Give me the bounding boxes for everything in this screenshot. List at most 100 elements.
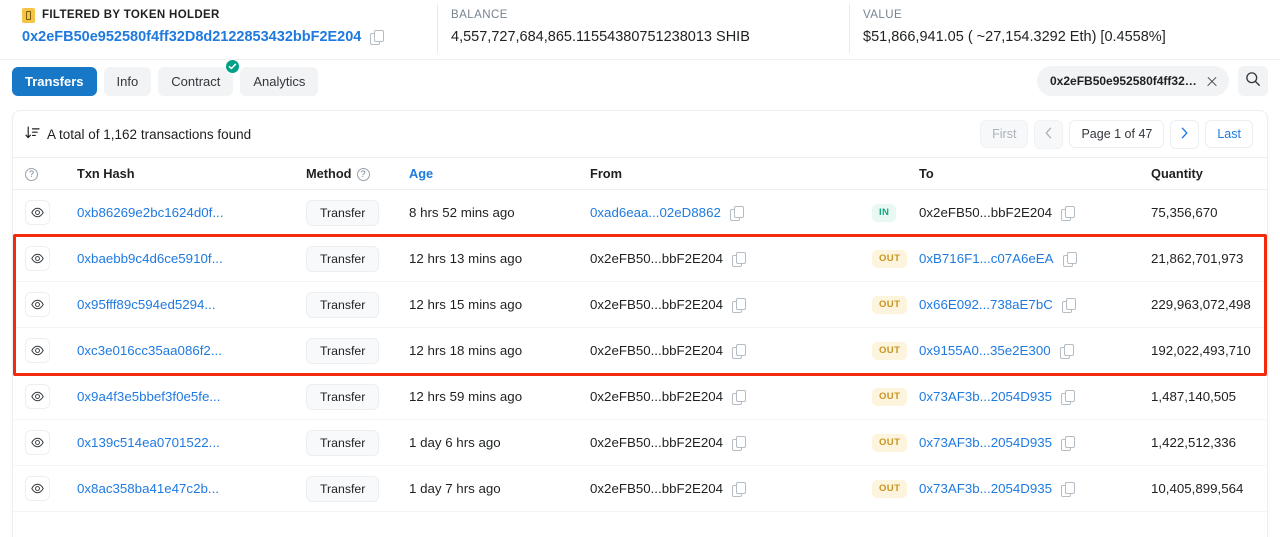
row-preview-cell bbox=[25, 430, 77, 455]
help-circle-icon[interactable]: ? bbox=[25, 168, 38, 182]
to-cell: 0x73AF3b...2054D935 bbox=[919, 435, 1151, 451]
age-cell: 12 hrs 13 mins ago bbox=[409, 251, 523, 266]
column-header-txn-hash: Txn Hash bbox=[77, 166, 135, 181]
eye-icon[interactable] bbox=[25, 246, 50, 271]
copy-icon[interactable] bbox=[1061, 389, 1076, 405]
from-address-text: 0x2eFB50...bbF2E204 bbox=[590, 481, 724, 496]
copy-icon[interactable] bbox=[1061, 205, 1076, 221]
method-chip[interactable]: Transfer bbox=[306, 429, 380, 456]
pagination-prev-button[interactable] bbox=[1034, 119, 1064, 149]
eye-icon[interactable] bbox=[25, 292, 50, 317]
close-icon[interactable] bbox=[1204, 73, 1220, 89]
txn-hash-link[interactable]: 0x95fff89c594ed5294... bbox=[77, 297, 216, 312]
verified-check-icon bbox=[225, 58, 241, 74]
txn-hash-link[interactable]: 0xb86269e2bc1624d0f... bbox=[77, 205, 223, 220]
to-address-link[interactable]: 0x73AF3b...2054D935 bbox=[919, 435, 1052, 450]
method-chip[interactable]: Transfer bbox=[306, 475, 380, 502]
active-filter-pill[interactable]: 0x2eFB50e952580f4ff32D8d2... bbox=[1037, 66, 1229, 96]
to-address-link[interactable]: 0x9155A0...35e2E300 bbox=[919, 343, 1051, 358]
to-address-link[interactable]: 0xB716F1...c07A6eEA bbox=[919, 251, 1054, 266]
pagination: First Page 1 of 47 Last bbox=[980, 119, 1253, 149]
method-help-circle-icon[interactable]: ? bbox=[356, 168, 370, 182]
method-cell: Transfer bbox=[306, 383, 409, 410]
copy-icon[interactable] bbox=[370, 30, 385, 45]
to-cell: 0x2eFB50...bbF2E204 bbox=[919, 205, 1151, 221]
balance-label: BALANCE bbox=[451, 9, 508, 21]
copy-icon[interactable] bbox=[732, 343, 747, 359]
column-header-to: To bbox=[919, 166, 934, 181]
copy-icon[interactable] bbox=[1061, 481, 1076, 497]
from-cell: 0x2eFB50...bbF2E204 bbox=[590, 251, 872, 267]
tab-transfers-label: Transfers bbox=[25, 73, 84, 89]
table-row: 0x9a4f3e5bbef3f0e5fe... Transfer 12 hrs 59… bbox=[13, 374, 1267, 420]
method-chip[interactable]: Transfer bbox=[306, 383, 380, 410]
direction-cell: OUT bbox=[872, 433, 919, 452]
copy-icon[interactable] bbox=[732, 389, 747, 405]
filter-address-link[interactable]: 0x2eFB50e952580f4ff32D8d2122853432bbF2E2… bbox=[22, 25, 361, 49]
table-row: 0xb86269e2bc1624d0f... Transfer 8 hrs 52 m… bbox=[13, 190, 1267, 236]
method-chip[interactable]: Transfer bbox=[306, 291, 380, 318]
eye-icon[interactable] bbox=[25, 338, 50, 363]
eye-icon[interactable] bbox=[25, 384, 50, 409]
from-address-text: 0x2eFB50...bbF2E204 bbox=[590, 435, 724, 450]
method-cell: Transfer bbox=[306, 337, 409, 364]
copy-icon[interactable] bbox=[1062, 251, 1077, 267]
filter-address-row: 0x2eFB50e952580f4ff32D8d2122853432bbF2E2… bbox=[22, 25, 437, 49]
table-header-row: ? Txn Hash Method? Age From To Quantity bbox=[13, 157, 1267, 190]
copy-icon[interactable] bbox=[732, 251, 747, 267]
txn-hash-link[interactable]: 0x139c514ea0701522... bbox=[77, 435, 220, 450]
method-chip[interactable]: Transfer bbox=[306, 337, 380, 364]
filter-label: FILTERED BY TOKEN HOLDER bbox=[42, 9, 220, 21]
eye-icon[interactable] bbox=[25, 476, 50, 501]
token-holder-icon bbox=[22, 7, 35, 23]
direction-badge: OUT bbox=[872, 296, 908, 314]
txn-hash-cell: 0x139c514ea0701522... bbox=[77, 435, 306, 450]
method-chip[interactable]: Transfer bbox=[306, 245, 380, 272]
from-address-link[interactable]: 0xad6eaa...02eD8862 bbox=[590, 205, 721, 220]
from-cell: 0x2eFB50...bbF2E204 bbox=[590, 481, 872, 497]
search-button[interactable] bbox=[1238, 66, 1268, 96]
txn-hash-link[interactable]: 0xc3e016cc35aa086f2... bbox=[77, 343, 222, 358]
pagination-first-button[interactable]: First bbox=[980, 120, 1029, 148]
from-cell: 0x2eFB50...bbF2E204 bbox=[590, 343, 872, 359]
direction-badge: OUT bbox=[872, 388, 908, 406]
txn-hash-link[interactable]: 0xbaebb9c4d6ce5910f... bbox=[77, 251, 223, 266]
tab-info[interactable]: Info bbox=[103, 66, 152, 96]
copy-icon[interactable] bbox=[729, 205, 744, 221]
to-cell: 0xB716F1...c07A6eEA bbox=[919, 251, 1151, 267]
copy-icon[interactable] bbox=[1061, 297, 1076, 313]
tabs-row: Transfers Info Contract Analytics 0x2eFB… bbox=[0, 58, 1280, 102]
to-address-link[interactable]: 0x73AF3b...2054D935 bbox=[919, 481, 1052, 496]
txn-hash-link[interactable]: 0x8ac358ba41e47c2b... bbox=[77, 481, 219, 496]
copy-icon[interactable] bbox=[732, 481, 747, 497]
row-preview-cell bbox=[25, 246, 77, 271]
age-cell: 12 hrs 59 mins ago bbox=[409, 389, 523, 404]
total-transactions-label: A total of 1,162 transactions found bbox=[47, 126, 252, 142]
tab-transfers[interactable]: Transfers bbox=[12, 66, 97, 96]
copy-icon[interactable] bbox=[732, 297, 747, 313]
pagination-next-button[interactable] bbox=[1170, 119, 1200, 149]
direction-badge: OUT bbox=[872, 434, 908, 452]
table-row: 0x95fff89c594ed5294... Transfer 12 hrs 15 … bbox=[13, 282, 1267, 328]
to-address-link[interactable]: 0x66E092...738aE7bC bbox=[919, 297, 1053, 312]
eye-icon[interactable] bbox=[25, 200, 50, 225]
copy-icon[interactable] bbox=[1061, 435, 1076, 451]
txn-hash-link[interactable]: 0x9a4f3e5bbef3f0e5fe... bbox=[77, 389, 220, 404]
column-header-method-label: Method bbox=[306, 165, 352, 181]
to-address-link[interactable]: 0x73AF3b...2054D935 bbox=[919, 389, 1052, 404]
copy-icon[interactable] bbox=[732, 435, 747, 451]
method-chip[interactable]: Transfer bbox=[306, 199, 380, 226]
column-header-age[interactable]: Age bbox=[409, 166, 590, 181]
method-cell: Transfer bbox=[306, 475, 409, 502]
tab-analytics[interactable]: Analytics bbox=[240, 66, 319, 96]
tab-contract[interactable]: Contract bbox=[158, 58, 241, 96]
pagination-last-button[interactable]: Last bbox=[1205, 120, 1253, 148]
to-address-text: 0x2eFB50...bbF2E204 bbox=[919, 205, 1053, 220]
total-transactions-text: A total of 1,162 transactions found bbox=[25, 126, 251, 143]
copy-icon[interactable] bbox=[1059, 343, 1074, 359]
to-cell: 0x9155A0...35e2E300 bbox=[919, 343, 1151, 359]
txn-hash-cell: 0xbaebb9c4d6ce5910f... bbox=[77, 251, 306, 266]
transfers-table-card: A total of 1,162 transactions found Firs… bbox=[12, 110, 1268, 537]
eye-icon[interactable] bbox=[25, 430, 50, 455]
tab-info-label: Info bbox=[116, 73, 139, 89]
